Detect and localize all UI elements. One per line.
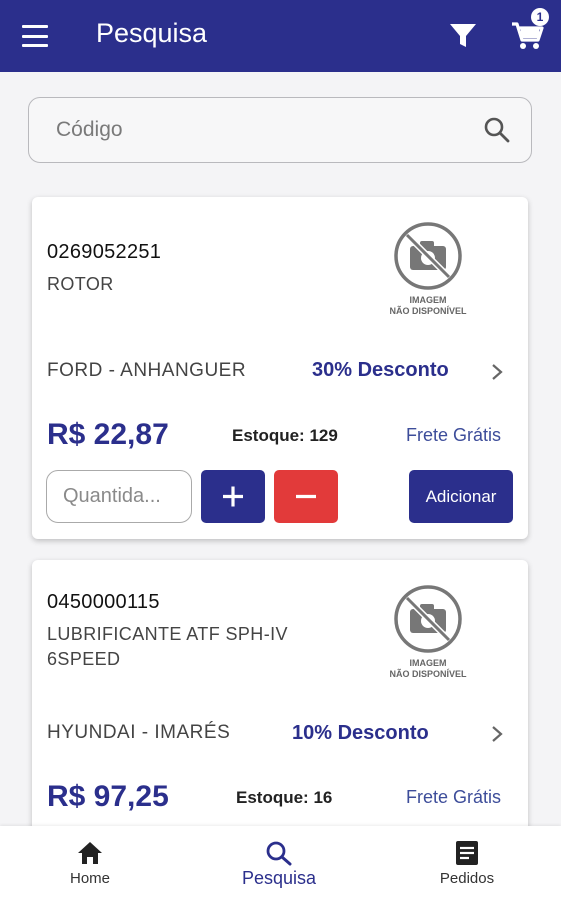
product-price: R$ 97,25 — [47, 780, 169, 813]
no-image-placeholder: IMAGEM NÃO DISPONÍVEL — [388, 222, 468, 322]
product-brand: HYUNDAI - IMARÉS — [47, 722, 231, 743]
search-field — [28, 97, 532, 163]
plus-icon — [223, 486, 243, 507]
stock-label: Estoque: 16 — [236, 788, 333, 807]
product-card[interactable]: 0450000115 LUBRIFICANTE ATF SPH-IV 6SPEE… — [32, 560, 528, 860]
filter-icon[interactable] — [448, 22, 478, 50]
increase-quantity-button[interactable] — [201, 470, 265, 523]
no-image-caption: IMAGEM NÃO DISPONÍVEL — [388, 295, 468, 317]
search-input[interactable] — [29, 118, 459, 142]
no-image-line1: IMAGEM — [409, 295, 447, 305]
nav-orders[interactable]: Pedidos — [397, 826, 537, 900]
nav-search-label: Pesquisa — [241, 868, 317, 888]
app-bar: Pesquisa 1 — [0, 0, 561, 72]
nav-orders-label: Pedidos — [439, 870, 495, 887]
nav-home[interactable]: Home — [20, 826, 160, 900]
chevron-right-icon[interactable] — [490, 363, 504, 381]
discount-label: 30% Desconto — [312, 359, 449, 381]
product-card[interactable]: 0269052251 ROTOR IMAGEM NÃO DISPONÍVEL F… — [32, 197, 528, 539]
shipping-label: Frete Grátis — [406, 425, 502, 445]
product-brand: FORD - ANHANGUER — [47, 360, 247, 381]
minus-icon — [296, 494, 316, 499]
no-image-line2: NÃO DISPONÍVEL — [389, 306, 467, 316]
page-title: Pesquisa — [96, 18, 208, 48]
decrease-quantity-button[interactable] — [274, 470, 338, 523]
no-image-placeholder: IMAGEM NÃO DISPONÍVEL — [388, 585, 468, 685]
orders-icon — [456, 841, 478, 865]
no-image-line1: IMAGEM — [409, 658, 447, 668]
bottom-navigation: Home Pesquisa Pedidos — [0, 826, 561, 900]
home-icon — [78, 842, 102, 864]
product-price: R$ 22,87 — [47, 418, 169, 451]
product-description: ROTOR — [47, 274, 114, 294]
quantity-input[interactable] — [46, 470, 192, 523]
stock-label: Estoque: 129 — [232, 426, 338, 445]
no-image-line2: NÃO DISPONÍVEL — [389, 669, 467, 679]
discount-label: 10% Desconto — [292, 722, 429, 744]
search-icon[interactable] — [483, 116, 511, 144]
no-camera-icon — [394, 585, 462, 653]
nav-home-label: Home — [69, 870, 110, 887]
menu-icon[interactable] — [20, 22, 50, 50]
cart-count-badge: 1 — [531, 8, 549, 26]
chevron-right-icon[interactable] — [490, 725, 504, 743]
product-description: LUBRIFICANTE ATF SPH-IV 6SPEED — [47, 624, 288, 669]
add-to-cart-button[interactable]: Adicionar — [409, 470, 513, 523]
product-code: 0450000115 — [47, 591, 160, 613]
no-image-caption: IMAGEM NÃO DISPONÍVEL — [388, 658, 468, 680]
nav-search[interactable]: Pesquisa — [209, 826, 349, 900]
product-code: 0269052251 — [47, 241, 162, 263]
no-camera-icon — [394, 222, 462, 290]
shipping-label: Frete Grátis — [406, 787, 502, 807]
search-icon — [266, 841, 292, 866]
